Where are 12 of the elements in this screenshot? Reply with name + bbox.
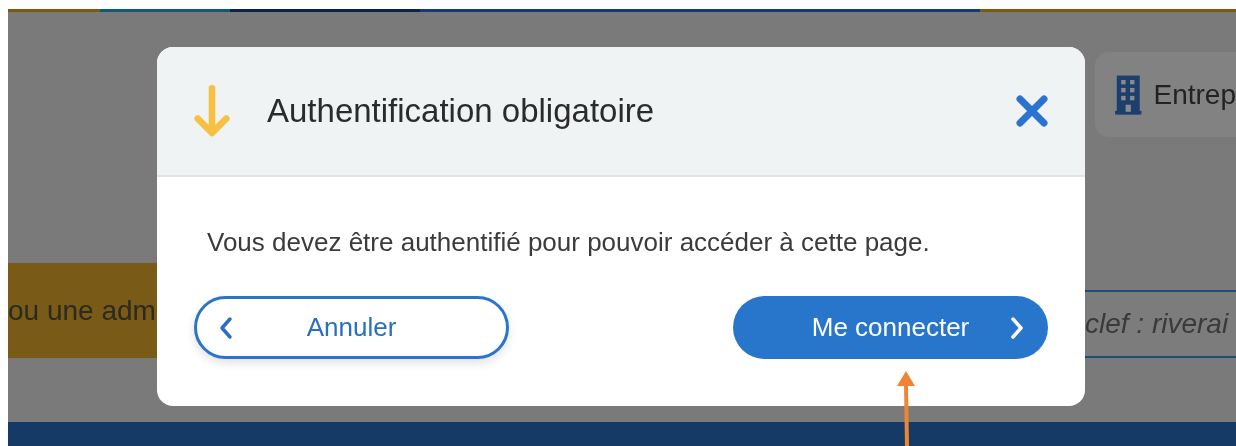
cancel-button[interactable]: Annuler [194, 296, 509, 359]
search-field[interactable]: clef : riverai [1085, 290, 1236, 358]
chevron-right-icon [1010, 315, 1024, 340]
dialog-title: Authentification obligatoire [267, 92, 656, 130]
dialog-message: Vous devez être authentifié pour pouvoir accéder à cette page. [207, 227, 931, 258]
login-button[interactable]: Me connecter [733, 296, 1048, 359]
close-icon[interactable] [1015, 94, 1049, 128]
chevron-left-icon [219, 315, 233, 340]
category-card[interactable]: Entrep [1095, 52, 1236, 137]
down-arrow-icon [193, 84, 231, 138]
banner-text: ou une adm [8, 294, 156, 327]
card-label: Entrep [1153, 78, 1236, 111]
